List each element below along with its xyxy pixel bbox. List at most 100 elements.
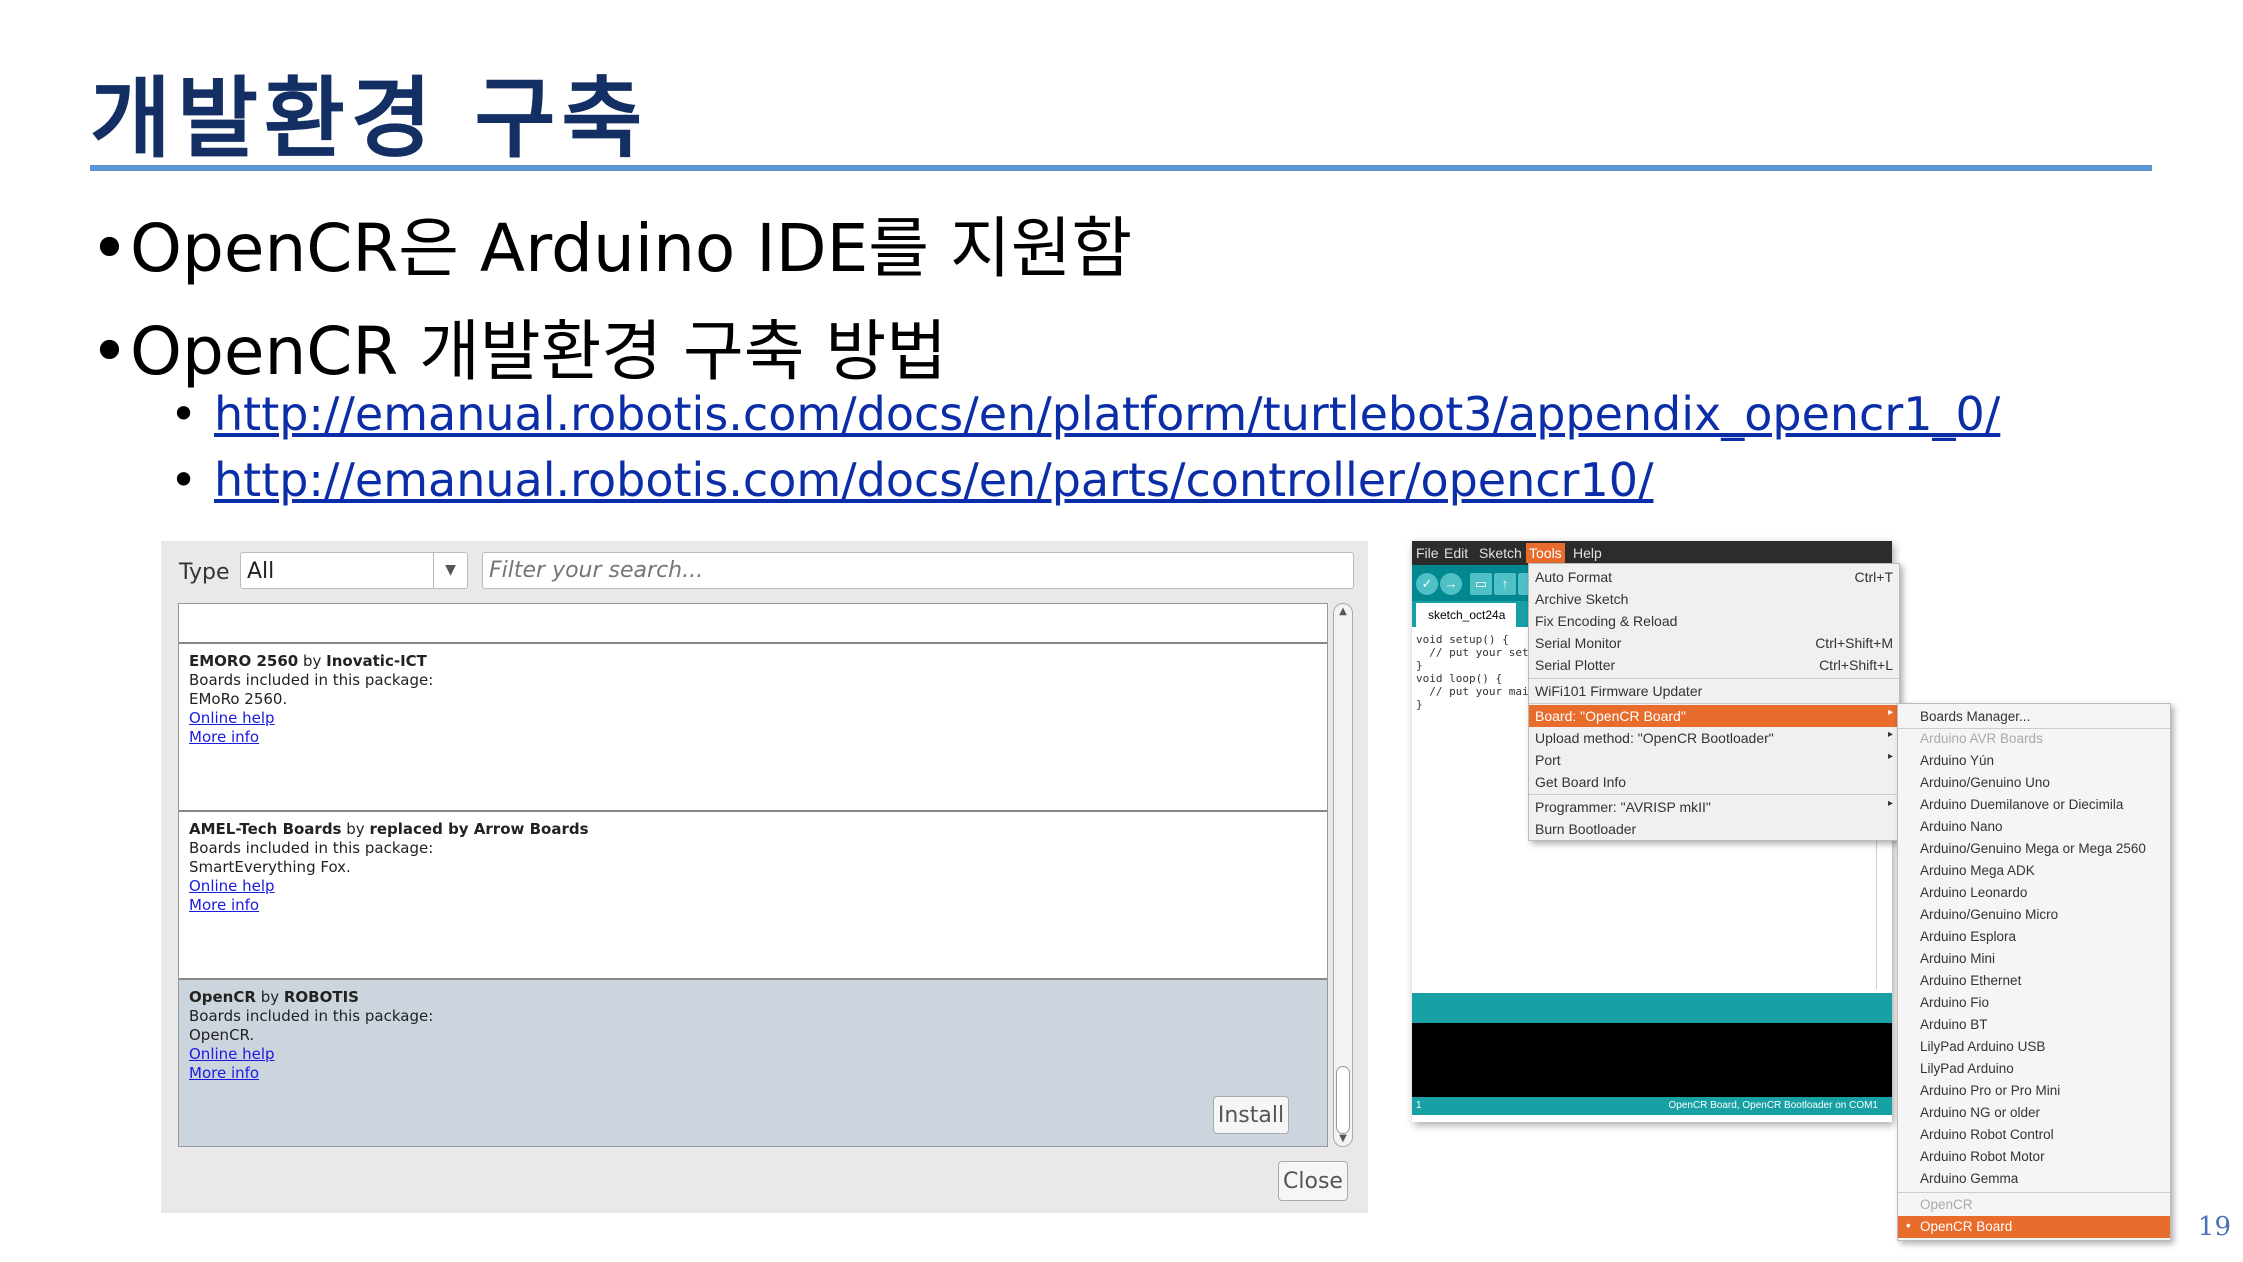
online-help-link[interactable]: Online help — [189, 1045, 1317, 1064]
page-number: 19 — [2197, 1212, 2231, 1242]
tab-sketch[interactable]: sketch_oct24a — [1416, 603, 1516, 627]
type-select[interactable]: All ▼ — [240, 552, 468, 589]
submenu-item[interactable]: Arduino NG or older — [1898, 1102, 2170, 1124]
sub-bullet-item: • http://emanual.robotis.com/docs/en/part… — [170, 453, 1654, 507]
submenu-item-opencr-board-selected[interactable]: • OpenCR Board — [1898, 1216, 2170, 1238]
verify-icon[interactable]: ✓ — [1416, 573, 1438, 595]
menu-item-port[interactable]: Port ▸ — [1529, 749, 1899, 771]
new-sketch-icon[interactable]: ▭ — [1470, 573, 1492, 595]
code-editor[interactable]: void setup() { // put your set} void loop… — [1416, 633, 1529, 711]
title-rule — [90, 165, 2152, 171]
menu-item-board[interactable]: Board: "OpenCR Board" ▸ — [1529, 705, 1899, 727]
chevron-down-icon: ▼ — [433, 553, 467, 588]
package-boards: EMoRo 2560. — [189, 690, 288, 708]
more-info-link[interactable]: More info — [189, 1064, 1317, 1083]
package-name: EMORO 2560 — [189, 652, 299, 670]
code-line: // put your set — [1416, 646, 1529, 659]
submenu-item[interactable]: Arduino Mega ADK — [1898, 860, 2170, 882]
list-scrollbar[interactable]: ▲ ▼ — [1333, 603, 1353, 1147]
menu-item-get-board-info[interactable]: Get Board Info — [1529, 771, 1899, 793]
bullet-item: •OpenCR 개발환경 구축 방법 — [90, 313, 947, 390]
menu-item-upload-method[interactable]: Upload method: "OpenCR Bootloader" ▸ — [1529, 727, 1899, 749]
selected-dot-icon: • — [1906, 1218, 1911, 1233]
menu-item-serial-plotter[interactable]: Serial Plotter Ctrl+Shift+L — [1529, 654, 1899, 676]
online-help-link[interactable]: Online help — [189, 709, 1317, 728]
menu-item-label: Serial Plotter — [1535, 657, 1616, 673]
type-label: Type — [179, 560, 230, 585]
submenu-item[interactable]: Arduino Ethernet — [1898, 970, 2170, 992]
submenu-item[interactable]: Arduino BT — [1898, 1014, 2170, 1036]
menu-item-serial-monitor[interactable]: Serial Monitor Ctrl+Shift+M — [1529, 632, 1899, 654]
submenu-arrow-icon: ▸ — [1887, 707, 1893, 718]
submenu-item[interactable]: Arduino/Genuino Micro — [1898, 904, 2170, 926]
turtlebot3-opencr-link[interactable]: http://emanual.robotis.com/docs/en/platf… — [214, 387, 2000, 441]
package-by: by — [260, 988, 280, 1006]
open-sketch-icon[interactable]: ↑ — [1494, 573, 1516, 595]
install-button[interactable]: Install — [1213, 1096, 1289, 1134]
package-boards: SmartEverything Fox. — [189, 858, 351, 876]
submenu-item[interactable]: Arduino Esplora — [1898, 926, 2170, 948]
boards-manager-dialog: Type All ▼ EMORO 2560 by Inovatic-ICT Bo… — [161, 541, 1368, 1213]
more-info-link[interactable]: More info — [189, 728, 1317, 747]
status-board-info: OpenCR Board, OpenCR Bootloader on COM1 — [1668, 1100, 1878, 1111]
menu-item-shortcut: Ctrl+Shift+L — [1819, 657, 1893, 673]
submenu-item-label: OpenCR Board — [1920, 1219, 2013, 1234]
filter-search-field[interactable] — [482, 552, 1354, 589]
submenu-item[interactable]: Arduino Yún — [1898, 750, 2170, 772]
menu-separator — [1529, 794, 1899, 795]
online-help-link[interactable]: Online help — [189, 877, 1317, 896]
filter-search-input[interactable] — [483, 553, 1353, 588]
board-package-item[interactable]: EMORO 2560 by Inovatic-ICT Boards includ… — [179, 642, 1327, 812]
menu-item-label: WiFi101 Firmware Updater — [1535, 683, 1703, 699]
board-package-item[interactable]: AMEL-Tech Boards by replaced by Arrow Bo… — [179, 810, 1327, 980]
submenu-item[interactable]: Arduino Robot Motor — [1898, 1146, 2170, 1168]
more-info-link[interactable]: More info — [189, 896, 1317, 915]
package-author: replaced by Arrow Boards — [369, 820, 589, 838]
menu-edit[interactable]: Edit — [1444, 545, 1468, 561]
submenu-item[interactable]: Arduino Mini — [1898, 948, 2170, 970]
menu-help[interactable]: Help — [1573, 545, 1602, 561]
code-line: // put your mai — [1416, 685, 1529, 698]
submenu-item[interactable]: Arduino Nano — [1898, 816, 2170, 838]
submenu-item[interactable]: Arduino/Genuino Mega or Mega 2560 — [1898, 838, 2170, 860]
scroll-up-icon[interactable]: ▲ — [1334, 606, 1352, 617]
submenu-item[interactable]: Arduino Leonardo — [1898, 882, 2170, 904]
board-package-list: EMORO 2560 by Inovatic-ICT Boards includ… — [178, 603, 1328, 1147]
upload-icon[interactable]: → — [1440, 573, 1462, 595]
submenu-item[interactable]: Arduino Fio — [1898, 992, 2170, 1014]
menu-item-label: Upload method: "OpenCR Bootloader" — [1535, 730, 1774, 746]
submenu-item[interactable]: LilyPad Arduino USB — [1898, 1036, 2170, 1058]
submenu-item[interactable]: Arduino Duemilanove or Diecimila — [1898, 794, 2170, 816]
code-line: void loop() { — [1416, 672, 1503, 685]
package-name: OpenCR — [189, 988, 256, 1006]
submenu-item[interactable]: Arduino Pro or Pro Mini — [1898, 1080, 2170, 1102]
menu-item-wifi101-updater[interactable]: WiFi101 Firmware Updater — [1529, 680, 1899, 702]
menu-item-auto-format[interactable]: Auto Format Ctrl+T — [1529, 566, 1899, 588]
menu-item-label: Get Board Info — [1535, 774, 1627, 790]
code-line: void setup() { — [1416, 633, 1509, 646]
tools-menu: Auto Format Ctrl+T Archive Sketch Fix Enc… — [1528, 563, 1900, 841]
close-button[interactable]: Close — [1278, 1161, 1348, 1201]
menu-item-label: Auto Format — [1535, 569, 1613, 585]
menu-item-label: Programmer: "AVRISP mkII" — [1535, 799, 1711, 815]
submenu-item-boards-manager[interactable]: Boards Manager... — [1898, 706, 2170, 728]
submenu-item[interactable]: LilyPad Arduino — [1898, 1058, 2170, 1080]
submenu-item[interactable]: Arduino Gemma — [1898, 1168, 2170, 1190]
code-line: } — [1416, 698, 1423, 711]
menu-tools[interactable]: Tools — [1526, 543, 1565, 563]
scrollbar-thumb[interactable] — [1336, 1066, 1350, 1134]
menu-sketch[interactable]: Sketch — [1479, 545, 1522, 561]
scroll-down-icon[interactable]: ▼ — [1334, 1133, 1352, 1144]
submenu-item[interactable]: Arduino Robot Control — [1898, 1124, 2170, 1146]
submenu-item[interactable]: Arduino/Genuino Uno — [1898, 772, 2170, 794]
menu-item-fix-encoding[interactable]: Fix Encoding & Reload — [1529, 610, 1899, 632]
menu-item-archive-sketch[interactable]: Archive Sketch — [1529, 588, 1899, 610]
board-package-item-selected[interactable]: OpenCR by ROBOTIS Boards included in thi… — [179, 978, 1327, 1146]
menu-item-programmer[interactable]: Programmer: "AVRISP mkII" ▸ — [1529, 796, 1899, 818]
submenu-header-avr-boards: Arduino AVR Boards — [1920, 731, 2043, 746]
menu-item-burn-bootloader[interactable]: Burn Bootloader — [1529, 818, 1899, 840]
message-area — [1412, 993, 1892, 1023]
menu-file[interactable]: File — [1416, 545, 1439, 561]
opencr10-controller-link[interactable]: http://emanual.robotis.com/docs/en/parts… — [214, 453, 1653, 507]
menu-item-label: Port — [1535, 752, 1561, 768]
